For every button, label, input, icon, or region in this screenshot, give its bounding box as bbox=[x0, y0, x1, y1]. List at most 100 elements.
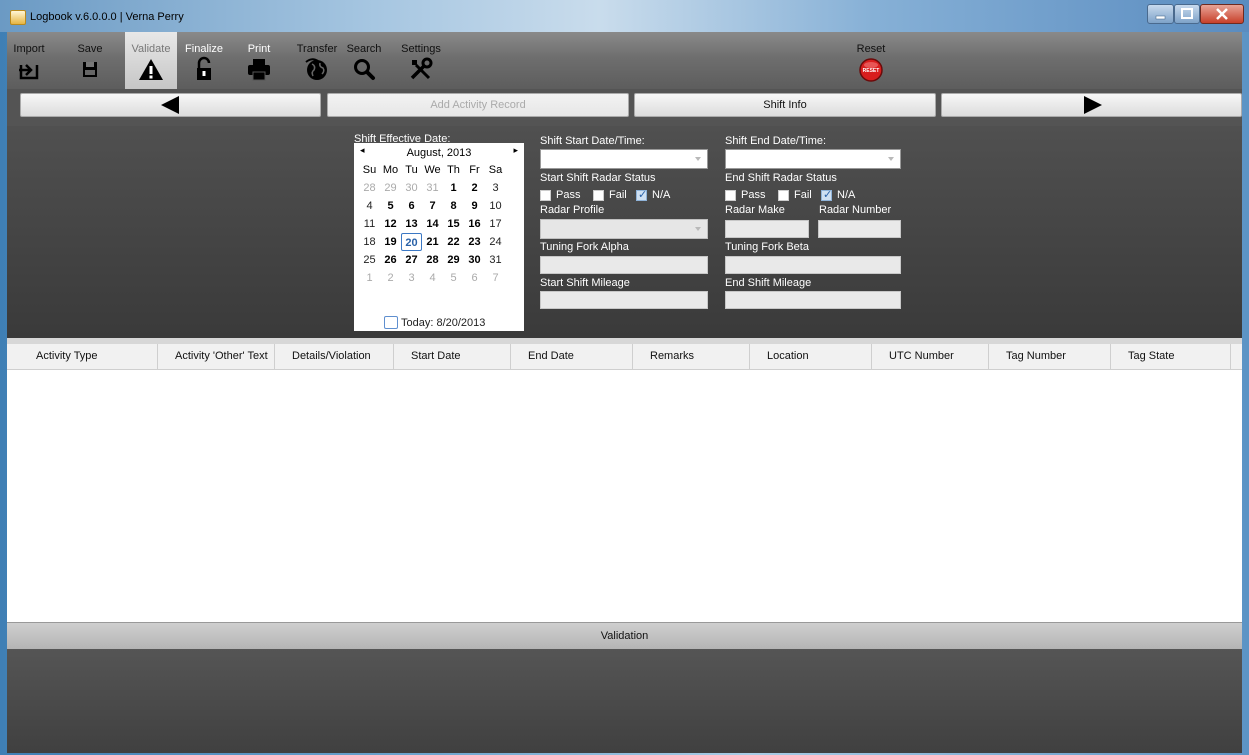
calendar-day[interactable]: 2 bbox=[464, 179, 485, 197]
column-header[interactable]: Remarks bbox=[633, 344, 750, 369]
calendar-day[interactable]: 30 bbox=[464, 251, 485, 269]
calendar-day[interactable]: 5 bbox=[443, 269, 464, 287]
calendar-day[interactable]: 17 bbox=[485, 215, 506, 233]
shift-end-datetime-input[interactable] bbox=[725, 149, 901, 169]
nav-next-button[interactable] bbox=[941, 93, 1242, 117]
calendar-day[interactable]: 13 bbox=[401, 215, 422, 233]
today-marker bbox=[384, 316, 398, 329]
transfer-button[interactable]: Transfer bbox=[294, 32, 340, 89]
calendar-day[interactable]: 3 bbox=[485, 179, 506, 197]
validate-label: Validate bbox=[131, 43, 171, 55]
settings-button[interactable]: Settings bbox=[395, 32, 447, 89]
radar-profile-select[interactable] bbox=[540, 219, 708, 239]
calendar-day[interactable]: 7 bbox=[422, 197, 443, 215]
calendar-day[interactable]: 2 bbox=[380, 269, 401, 287]
tuning-fork-beta-input[interactable] bbox=[725, 256, 901, 274]
radar-number-label: Radar Number bbox=[819, 204, 892, 216]
search-icon bbox=[354, 59, 375, 80]
shift-start-datetime-input[interactable] bbox=[540, 149, 708, 169]
calendar-day[interactable]: 1 bbox=[443, 179, 464, 197]
validate-button[interactable]: Validate bbox=[125, 32, 177, 89]
start-pass-label: Pass bbox=[556, 189, 581, 201]
calendar-day[interactable]: 15 bbox=[443, 215, 464, 233]
calendar-day[interactable]: 20 bbox=[401, 233, 422, 251]
column-header[interactable]: Tag Number bbox=[989, 344, 1111, 369]
calendar-day[interactable]: 6 bbox=[401, 197, 422, 215]
calendar-day[interactable]: 3 bbox=[401, 269, 422, 287]
start-fail-checkbox[interactable] bbox=[593, 190, 604, 201]
calendar-day[interactable]: 31 bbox=[422, 179, 443, 197]
calendar-day[interactable]: 1 bbox=[359, 269, 380, 287]
column-header[interactable]: UTC Number bbox=[872, 344, 989, 369]
calendar-day[interactable]: 27 bbox=[401, 251, 422, 269]
calendar-day[interactable]: 28 bbox=[359, 179, 380, 197]
calendar-day[interactable]: 30 bbox=[401, 179, 422, 197]
calendar-day[interactable]: 29 bbox=[380, 179, 401, 197]
save-button[interactable]: Save bbox=[75, 32, 105, 89]
calendar-day[interactable]: 7 bbox=[485, 269, 506, 287]
column-header[interactable]: Activity Type bbox=[19, 344, 158, 369]
import-button[interactable]: Import bbox=[10, 32, 48, 89]
title-bar[interactable]: Logbook v.6.0.0.0 | Verna Perry bbox=[0, 0, 1249, 32]
calendar-month[interactable]: August, 2013 bbox=[354, 147, 524, 159]
calendar-day[interactable]: 23 bbox=[464, 233, 485, 251]
print-button[interactable]: Print bbox=[237, 32, 281, 89]
calendar-day[interactable]: 9 bbox=[464, 197, 485, 215]
end-pass-checkbox[interactable] bbox=[725, 190, 736, 201]
column-header[interactable]: Location bbox=[750, 344, 872, 369]
nav-previous-button[interactable] bbox=[20, 93, 321, 117]
finalize-button[interactable]: Finalize bbox=[180, 32, 228, 89]
calendar-day[interactable]: 4 bbox=[359, 197, 380, 215]
calendar-day[interactable]: 4 bbox=[422, 269, 443, 287]
calendar-day[interactable]: 5 bbox=[380, 197, 401, 215]
calendar-day[interactable]: 31 bbox=[485, 251, 506, 269]
start-na-label: N/A bbox=[652, 189, 671, 201]
reset-button[interactable]: Reset RESET bbox=[853, 32, 889, 89]
add-activity-button[interactable]: Add Activity Record bbox=[327, 93, 629, 117]
calendar-today-link[interactable]: Today: 8/20/2013 bbox=[401, 317, 485, 329]
calendar[interactable]: ◂ August, 2013 ▸ Su Mo Tu We Th Fr Sa 28 29 30 31 1… bbox=[354, 143, 524, 331]
calendar-next-icon[interactable]: ▸ bbox=[513, 145, 518, 156]
start-pass-checkbox[interactable] bbox=[540, 190, 551, 201]
shift-info-button[interactable]: Shift Info bbox=[634, 93, 936, 117]
calendar-day[interactable]: 29 bbox=[443, 251, 464, 269]
start-mileage-input[interactable] bbox=[540, 291, 708, 309]
end-mileage-input[interactable] bbox=[725, 291, 901, 309]
calendar-day[interactable]: 12 bbox=[380, 215, 401, 233]
calendar-day[interactable]: 10 bbox=[485, 197, 506, 215]
calendar-day[interactable]: 11 bbox=[359, 215, 380, 233]
calendar-weekday: Tu bbox=[405, 164, 418, 176]
minimize-button[interactable] bbox=[1147, 4, 1174, 24]
maximize-button[interactable] bbox=[1174, 4, 1200, 24]
end-fail-checkbox[interactable] bbox=[778, 190, 789, 201]
calendar-day[interactable]: 16 bbox=[464, 215, 485, 233]
start-na-checkbox[interactable] bbox=[636, 188, 647, 201]
column-header[interactable]: Tag State bbox=[1111, 344, 1231, 369]
column-header[interactable]: End Date bbox=[511, 344, 633, 369]
calendar-day[interactable]: 22 bbox=[443, 233, 464, 251]
calendar-day[interactable]: 6 bbox=[464, 269, 485, 287]
unlock-icon bbox=[197, 56, 211, 80]
calendar-day[interactable]: 26 bbox=[380, 251, 401, 269]
search-button[interactable]: Search bbox=[343, 32, 385, 89]
validation-header[interactable]: Validation bbox=[7, 622, 1242, 649]
column-header[interactable]: Activity 'Other' Text bbox=[158, 344, 275, 369]
radar-make-input[interactable] bbox=[725, 220, 809, 238]
calendar-day[interactable]: 28 bbox=[422, 251, 443, 269]
warning-icon bbox=[139, 59, 163, 80]
calendar-day[interactable]: 14 bbox=[422, 215, 443, 233]
close-button[interactable] bbox=[1200, 4, 1244, 24]
grid-body[interactable] bbox=[7, 370, 1242, 622]
calendar-day[interactable]: 21 bbox=[422, 233, 443, 251]
column-header[interactable]: Details/Violation bbox=[275, 344, 394, 369]
calendar-day[interactable]: 19 bbox=[380, 233, 401, 251]
radar-number-input[interactable] bbox=[818, 220, 901, 238]
chevron-down-icon bbox=[888, 157, 894, 161]
calendar-day[interactable]: 8 bbox=[443, 197, 464, 215]
column-header[interactable]: Start Date bbox=[394, 344, 511, 369]
calendar-day[interactable]: 18 bbox=[359, 233, 380, 251]
calendar-day[interactable]: 25 bbox=[359, 251, 380, 269]
end-na-checkbox[interactable] bbox=[821, 188, 832, 201]
tuning-fork-alpha-input[interactable] bbox=[540, 256, 708, 274]
calendar-day[interactable]: 24 bbox=[485, 233, 506, 251]
